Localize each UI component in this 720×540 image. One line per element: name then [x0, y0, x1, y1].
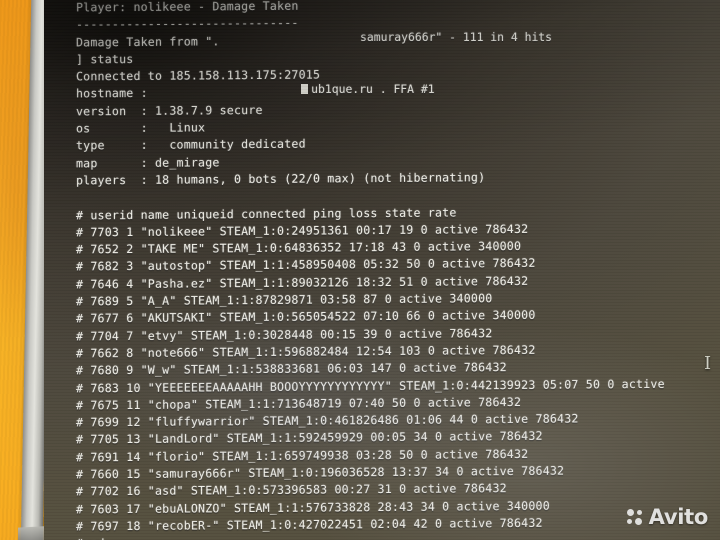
block-glyph-icon	[301, 84, 309, 94]
photograph-of-laptop-screen: Player: nolikeee - Damage Taken ---------…	[0, 0, 720, 540]
text-cursor-ibeam: I	[704, 353, 712, 374]
hostname-value: ub1que.ru . FFA #1	[311, 82, 435, 96]
laptop-screen: Player: nolikeee - Damage Taken ---------…	[44, 0, 720, 540]
avito-dots-logo-icon	[626, 508, 644, 526]
hostname-value-row: ub1que.ru . FFA #1	[260, 68, 435, 110]
avito-watermark: Avito	[626, 505, 709, 529]
avito-watermark-text: Avito	[648, 505, 709, 529]
top-right-damage-fragment: samuray666r" - 111 in 4 hits	[360, 30, 553, 44]
